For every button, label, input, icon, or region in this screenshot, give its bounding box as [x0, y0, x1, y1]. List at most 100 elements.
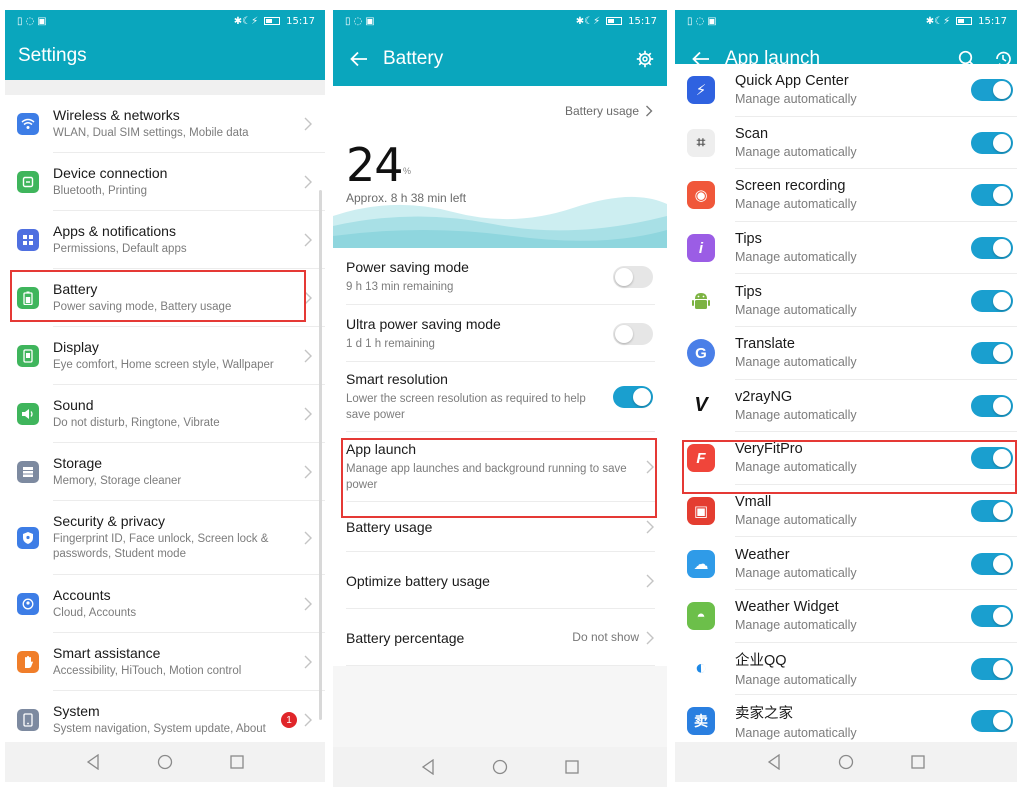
app-row-enterprise-qq[interactable]: ◐ 企业QQ Manage automatically: [675, 643, 1017, 696]
status-icons-right: ✱☾⚡ 15:17: [926, 16, 1007, 27]
back-arrow-icon[interactable]: [345, 45, 373, 73]
home-nav-button[interactable]: [490, 757, 510, 777]
settings-item-title: Wireless & networks: [53, 106, 180, 123]
option-value: Do not show: [572, 629, 639, 644]
app-row-quick-app-center[interactable]: ⚡ Quick App Center Manage automatically: [675, 64, 1017, 117]
app-row-weather-widget[interactable]: ◓ Weather Widget Manage automatically: [675, 590, 1017, 643]
app-row-screen-recording[interactable]: ◉ Screen recording Manage automatically: [675, 169, 1017, 222]
hand-icon: [17, 651, 39, 673]
recents-nav-button[interactable]: [908, 752, 928, 772]
settings-item-sound[interactable]: Sound Do not disturb, Ringtone, Vibrate: [5, 385, 325, 443]
settings-item-subtitle: Bluetooth, Printing: [53, 184, 147, 197]
app-launch-toggle[interactable]: [971, 131, 1013, 154]
vmall-icon: ▣: [687, 497, 715, 526]
app-launch-toggle[interactable]: [971, 657, 1013, 680]
battery-icon: [17, 287, 39, 309]
page-title: Battery: [383, 48, 444, 69]
app-launch-toggle[interactable]: [971, 605, 1013, 628]
screen-recording-icon: ◉: [687, 181, 715, 210]
app-row-translate[interactable]: G Translate Manage automatically: [675, 327, 1017, 380]
app-launch-toggle[interactable]: [971, 237, 1013, 260]
back-nav-button[interactable]: [418, 757, 438, 777]
home-nav-button[interactable]: [836, 752, 856, 772]
app-launch-toggle[interactable]: [971, 79, 1013, 102]
app-launch-toggle[interactable]: [971, 184, 1013, 207]
tips-icon: i: [687, 234, 715, 263]
gear-icon[interactable]: [631, 45, 659, 73]
status-icons-right: ✱☾⚡ 15:17: [234, 16, 315, 27]
app-launch-row[interactable]: App launch Manage app launches and backg…: [333, 432, 667, 502]
app-row-tips[interactable]: i Tips Manage automatically: [675, 222, 1017, 275]
battery-status-icon: [606, 17, 623, 25]
settings-item-subtitle: Cloud, Accounts: [53, 606, 137, 619]
app-launch-list: ⚡ Quick App Center Manage automatically ⌗…: [675, 64, 1017, 748]
app-row-scan[interactable]: ⌗ Scan Manage automatically: [675, 117, 1017, 170]
page-title: Settings: [18, 45, 87, 66]
smart-resolution-toggle[interactable]: [613, 386, 653, 408]
battery-usage-row[interactable]: Battery usage: [333, 502, 667, 552]
settings-item-system[interactable]: System System navigation, System update,…: [5, 691, 325, 749]
settings-item-apps[interactable]: Apps & notifications Permissions, Defaul…: [5, 211, 325, 269]
app-launch-toggle[interactable]: [971, 394, 1013, 417]
app-launch-toggle[interactable]: [971, 552, 1013, 575]
display-icon: [17, 345, 39, 367]
app-row-v2rayng[interactable]: V v2rayNG Manage automatically: [675, 380, 1017, 433]
app-launch-toggle[interactable]: [971, 710, 1013, 733]
app-row-weather[interactable]: ☁ Weather Manage automatically: [675, 537, 1017, 590]
app-launch-toggle[interactable]: [971, 447, 1013, 470]
power-saving-toggle[interactable]: [613, 265, 653, 288]
option-title: App launch: [346, 441, 417, 457]
settings-item-subtitle: Accessibility, HiTouch, Motion control: [53, 664, 242, 677]
option-title: Power saving mode: [346, 258, 469, 275]
ultra-power-saving-toggle[interactable]: [613, 322, 653, 345]
settings-item-device-connection[interactable]: Device connection Bluetooth, Printing: [5, 153, 325, 211]
recents-nav-button[interactable]: [562, 757, 582, 777]
settings-item-title: Accounts: [53, 586, 111, 603]
settings-item-subtitle: Memory, Storage cleaner: [53, 474, 182, 487]
settings-item-title: Smart assistance: [53, 644, 161, 661]
settings-item-storage[interactable]: Storage Memory, Storage cleaner: [5, 443, 325, 501]
option-title: Optimize battery usage: [346, 572, 490, 589]
status-icons-left: ▯◌▣: [345, 15, 378, 27]
battery-usage-link[interactable]: Battery usage: [565, 104, 653, 118]
optimize-battery-row[interactable]: Optimize battery usage: [333, 552, 667, 609]
settings-item-wireless[interactable]: Wireless & networks WLAN, Dual SIM setti…: [5, 95, 325, 153]
battery-wave-graphic: [333, 196, 667, 248]
app-row-veryfitpro[interactable]: F VeryFitPro Manage automatically: [675, 432, 1017, 485]
ultra-power-saving-row[interactable]: Ultra power saving mode 1 d 1 h remainin…: [333, 305, 667, 362]
android-tips-icon: [687, 286, 715, 315]
settings-item-accounts[interactable]: Accounts Cloud, Accounts: [5, 575, 325, 633]
settings-item-subtitle: Permissions, Default apps: [53, 242, 187, 255]
settings-item-display[interactable]: Display Eye comfort, Home screen style, …: [5, 327, 325, 385]
settings-item-smart-assistance[interactable]: Smart assistance Accessibility, HiTouch,…: [5, 633, 325, 691]
smart-resolution-row[interactable]: Smart resolution Lower the screen resolu…: [333, 362, 667, 432]
app-launch-toggle[interactable]: [971, 289, 1013, 312]
app-row-tips-android[interactable]: Tips Manage automatically: [675, 274, 1017, 327]
app-row-vmall[interactable]: ▣ Vmall Manage automatically: [675, 485, 1017, 538]
shield-icon: [17, 527, 39, 549]
power-saving-mode-row[interactable]: Power saving mode 9 h 13 min remaining: [333, 248, 667, 305]
chevron-right-icon: [646, 105, 653, 117]
scrollbar[interactable]: [319, 190, 322, 720]
settings-item-title: Sound: [53, 396, 94, 413]
settings-item-subtitle: Do not disturb, Ringtone, Vibrate: [53, 416, 220, 429]
settings-item-title: Device connection: [53, 164, 168, 181]
status-system-icons: ✱☾⚡: [925, 15, 951, 27]
home-nav-button[interactable]: [155, 752, 175, 772]
app-launch-toggle[interactable]: [971, 342, 1013, 365]
v2rayng-icon: V: [687, 391, 715, 420]
battery-percentage-row[interactable]: Battery percentage Do not show: [333, 609, 667, 666]
app-row-seller-home[interactable]: 卖 卖家之家 Manage automatically: [675, 695, 1017, 748]
recents-nav-button[interactable]: [227, 752, 247, 772]
app-launch-screen: ▯◌▣ ✱☾⚡ 15:17 App launch ⚡ Quick App Cen…: [675, 10, 1017, 782]
chevron-right-icon: [304, 531, 312, 545]
settings-screen: ▯◌▣ ✱☾⚡ 15:17 Settings Wireless & networ…: [5, 10, 325, 782]
settings-item-security[interactable]: Security & privacy Fingerprint ID, Face …: [5, 501, 325, 575]
app-launch-toggle[interactable]: [971, 500, 1013, 523]
back-nav-button[interactable]: [83, 752, 103, 772]
wifi-icon: [17, 113, 39, 135]
settings-item-title: Storage: [53, 454, 103, 471]
settings-item-battery[interactable]: Battery Power saving mode, Battery usage: [5, 269, 325, 327]
back-nav-button[interactable]: [764, 752, 784, 772]
option-title: Ultra power saving mode: [346, 315, 501, 332]
